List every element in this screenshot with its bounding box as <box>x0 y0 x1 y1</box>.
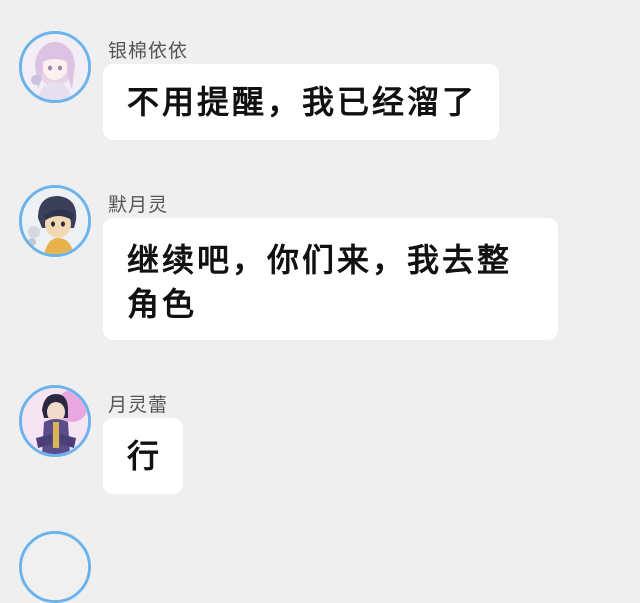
sender-name: 默月灵 <box>108 194 169 216</box>
avatar[interactable] <box>19 31 91 103</box>
avatar[interactable] <box>19 531 91 603</box>
message-text: 继续吧，你们来，我去整角色 <box>127 241 513 323</box>
message-text: 不用提醒，我已经溜了 <box>127 83 478 121</box>
sender-name: 月灵蕾 <box>108 394 169 416</box>
avatar-icon <box>22 534 88 600</box>
message-bubble[interactable]: 继续吧，你们来，我去整角色 <box>103 218 558 340</box>
sender-name: 银棉依依 <box>108 40 189 62</box>
anime-character-purple-avatar-icon <box>22 388 88 454</box>
message-bubble[interactable]: 行 <box>103 418 183 494</box>
message-text: 行 <box>127 437 163 475</box>
anime-boy-avatar-icon <box>22 188 88 254</box>
avatar[interactable] <box>19 385 91 457</box>
chat-message-list[interactable]: 银棉依依 不用提醒，我已经溜了 默月灵 继续吧，你们来，我去整角色 月灵蕾 行 <box>0 0 640 603</box>
avatar[interactable] <box>19 185 91 257</box>
anime-girl-avatar-icon <box>22 34 88 100</box>
message-bubble[interactable]: 不用提醒，我已经溜了 <box>103 64 499 140</box>
